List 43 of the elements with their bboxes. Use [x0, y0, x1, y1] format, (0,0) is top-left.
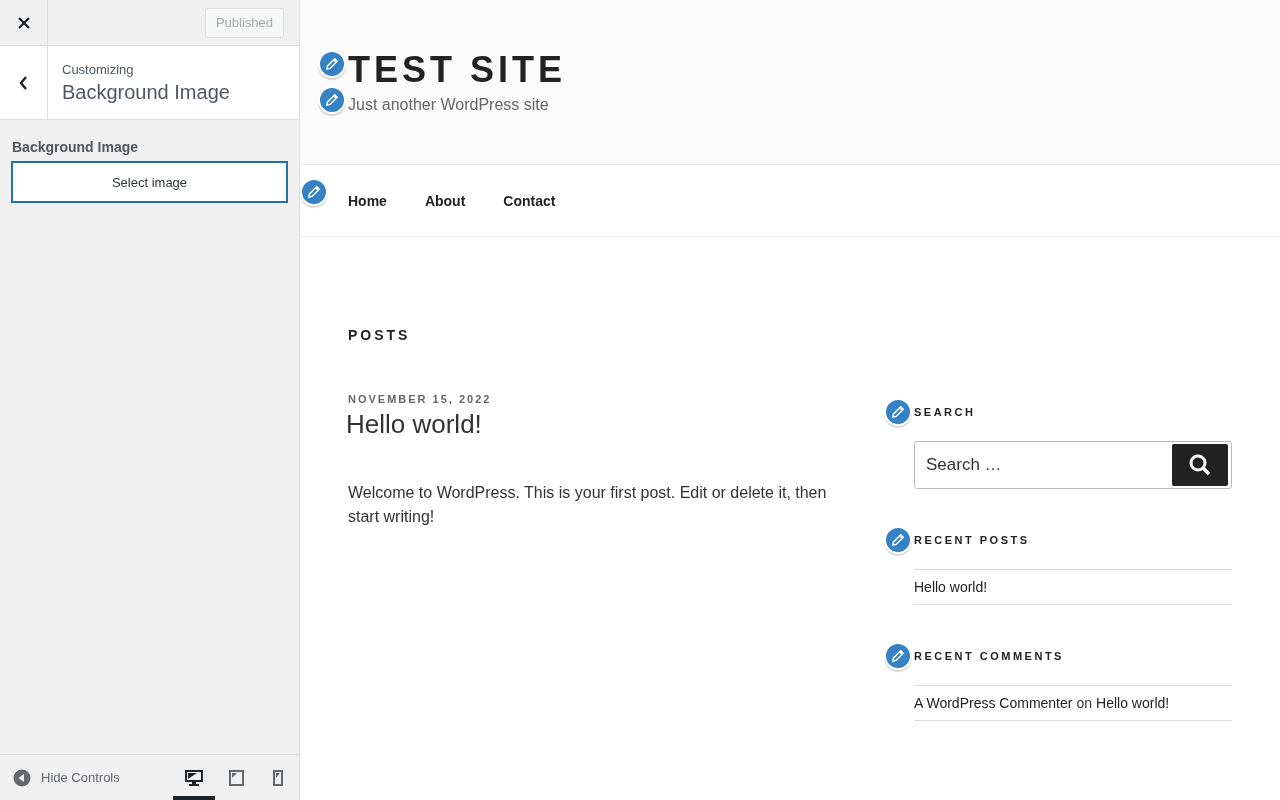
widget-title: SEARCH [914, 406, 977, 418]
chevron-left-icon [19, 75, 28, 90]
widget-title: RECENT POSTS [914, 534, 1031, 546]
tablet-icon [228, 769, 244, 786]
site-tagline: Just another WordPress site [348, 96, 549, 114]
comment-post-link[interactable]: Hello world! [1096, 695, 1170, 711]
recent-post-link[interactable]: Hello world! [914, 579, 988, 595]
pencil-icon [325, 93, 339, 107]
section-title: Background Image [62, 80, 230, 104]
nav-link[interactable]: Contact [503, 192, 556, 209]
edit-shortcut-button[interactable] [300, 178, 328, 206]
post-date: NOVEMBER 15, 2022 [348, 393, 493, 405]
edit-shortcut-button[interactable] [884, 526, 912, 554]
edit-shortcut-button[interactable] [884, 642, 912, 670]
pencil-icon [325, 57, 339, 71]
close-icon [17, 16, 30, 29]
widget-title: RECENT COMMENTS [914, 650, 1065, 662]
search-field[interactable]: Search … [918, 454, 1172, 476]
search-box[interactable]: Search … [914, 441, 1232, 489]
edit-shortcut-button[interactable] [318, 86, 346, 114]
pencil-icon [891, 405, 905, 419]
page-heading: POSTS [348, 327, 412, 343]
comment-joiner-text: on [1076, 695, 1093, 711]
pencil-icon [307, 185, 321, 199]
hide-controls-button[interactable]: Hide Controls [0, 768, 120, 787]
desktop-icon [185, 769, 203, 786]
select-image-button[interactable]: Select image [11, 161, 288, 203]
site-title: TEST SITE [348, 48, 567, 92]
breadcrumb-text: Customizing [62, 61, 135, 77]
pencil-icon [891, 649, 905, 663]
search-icon [1189, 454, 1211, 476]
collapse-icon [13, 768, 31, 787]
edit-shortcut-button[interactable] [318, 50, 346, 78]
search-button[interactable] [1172, 444, 1228, 486]
nav-link[interactable]: Home [348, 192, 387, 209]
edit-shortcut-button[interactable] [884, 398, 912, 426]
control-label: Background Image [12, 139, 140, 155]
pencil-icon [891, 533, 905, 547]
comment-author-link[interactable]: A WordPress Commenter [914, 695, 1073, 711]
phone-icon [273, 769, 283, 786]
nav-link[interactable]: About [424, 192, 466, 209]
post-title-link[interactable]: Hello world! [346, 409, 846, 440]
post-excerpt: Welcome to WordPress. This is your first post. Edit or delete it, then start writing! [348, 483, 828, 527]
